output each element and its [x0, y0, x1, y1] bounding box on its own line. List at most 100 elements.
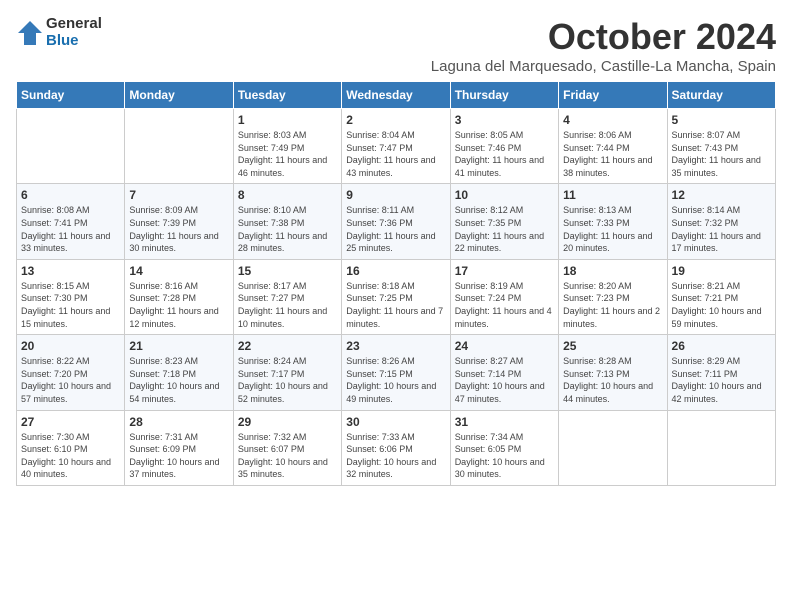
logo-general: General — [46, 16, 102, 33]
day-info: Sunrise: 8:05 AM Sunset: 7:46 PM Dayligh… — [455, 129, 554, 179]
day-info: Sunrise: 8:08 AM Sunset: 7:41 PM Dayligh… — [21, 204, 120, 254]
logo-svg — [16, 19, 44, 47]
calendar-cell — [559, 410, 667, 485]
calendar-cell: 4Sunrise: 8:06 AM Sunset: 7:44 PM Daylig… — [559, 109, 667, 184]
day-number: 14 — [129, 264, 228, 278]
day-number: 31 — [455, 415, 554, 429]
calendar-cell: 30Sunrise: 7:33 AM Sunset: 6:06 PM Dayli… — [342, 410, 450, 485]
calendar-cell: 3 Sunrise: 8:05 AM Sunset: 7:46 PM Daylig… — [450, 109, 558, 184]
header-wednesday: Wednesday — [342, 82, 450, 109]
calendar-cell: 8 Sunrise: 8:10 AM Sunset: 7:38 PM Daylig… — [233, 184, 341, 259]
day-number: 9 — [346, 188, 445, 202]
calendar-cell: 18Sunrise: 8:20 AM Sunset: 7:23 PM Dayli… — [559, 259, 667, 334]
calendar-cell: 23Sunrise: 8:26 AM Sunset: 7:15 PM Dayli… — [342, 335, 450, 410]
calendar-cell: 11Sunrise: 8:13 AM Sunset: 7:33 PM Dayli… — [559, 184, 667, 259]
day-info: Sunrise: 8:22 AM Sunset: 7:20 PM Dayligh… — [21, 355, 120, 405]
location-subtitle: Laguna del Marquesado, Castille-La Manch… — [431, 58, 776, 75]
logo: General Blue — [16, 16, 102, 49]
day-info: Sunrise: 8:11 AM Sunset: 7:36 PM Dayligh… — [346, 204, 445, 254]
day-number: 15 — [238, 264, 337, 278]
calendar-cell: 27 Sunrise: 7:30 AM Sunset: 6:10 PM Dayli… — [17, 410, 125, 485]
calendar-cell: 5 Sunrise: 8:07 AM Sunset: 7:43 PM Daylig… — [667, 109, 775, 184]
calendar-cell: 28 Sunrise: 7:31 AM Sunset: 6:09 PM Dayli… — [125, 410, 233, 485]
calendar-cell: 20 Sunrise: 8:22 AM Sunset: 7:20 PM Dayli… — [17, 335, 125, 410]
calendar-table: SundayMondayTuesdayWednesdayThursdayFrid… — [16, 81, 776, 486]
day-info: Sunrise: 8:21 AM Sunset: 7:21 PM Dayligh… — [672, 280, 771, 330]
day-info: Sunrise: 8:16 AM Sunset: 7:28 PM Dayligh… — [129, 280, 228, 330]
calendar-cell: 24Sunrise: 8:27 AM Sunset: 7:14 PM Dayli… — [450, 335, 558, 410]
day-info: Sunrise: 8:10 AM Sunset: 7:38 PM Dayligh… — [238, 204, 337, 254]
day-number: 12 — [672, 188, 771, 202]
header-thursday: Thursday — [450, 82, 558, 109]
calendar-cell: 16 Sunrise: 8:18 AM Sunset: 7:25 PM Dayli… — [342, 259, 450, 334]
calendar-cell: 22 Sunrise: 8:24 AM Sunset: 7:17 PM Dayli… — [233, 335, 341, 410]
day-info: Sunrise: 8:06 AM Sunset: 7:44 PM Dayligh… — [563, 129, 662, 179]
day-info: Sunrise: 8:17 AM Sunset: 7:27 PM Dayligh… — [238, 280, 337, 330]
day-number: 7 — [129, 188, 228, 202]
calendar-cell: 26 Sunrise: 8:29 AM Sunset: 7:11 PM Dayli… — [667, 335, 775, 410]
day-info: Sunrise: 7:30 AM Sunset: 6:10 PM Dayligh… — [21, 431, 120, 481]
calendar-cell: 21 Sunrise: 8:23 AM Sunset: 7:18 PM Dayli… — [125, 335, 233, 410]
day-number: 28 — [129, 415, 228, 429]
week-row-4: 20 Sunrise: 8:22 AM Sunset: 7:20 PM Dayli… — [17, 335, 776, 410]
day-number: 17 — [455, 264, 554, 278]
day-info: Sunrise: 8:18 AM Sunset: 7:25 PM Dayligh… — [346, 280, 445, 330]
day-number: 25 — [563, 339, 662, 353]
calendar-cell: 10 Sunrise: 8:12 AM Sunset: 7:35 PM Dayli… — [450, 184, 558, 259]
calendar-cell: 9 Sunrise: 8:11 AM Sunset: 7:36 PM Daylig… — [342, 184, 450, 259]
day-number: 3 — [455, 113, 554, 127]
calendar-cell: 15 Sunrise: 8:17 AM Sunset: 7:27 PM Dayli… — [233, 259, 341, 334]
day-info: Sunrise: 7:33 AM Sunset: 6:06 PM Dayligh… — [346, 431, 445, 481]
calendar-cell: 19Sunrise: 8:21 AM Sunset: 7:21 PM Dayli… — [667, 259, 775, 334]
day-number: 27 — [21, 415, 120, 429]
day-info: Sunrise: 8:24 AM Sunset: 7:17 PM Dayligh… — [238, 355, 337, 405]
day-number: 26 — [672, 339, 771, 353]
day-number: 5 — [672, 113, 771, 127]
day-info: Sunrise: 8:19 AM Sunset: 7:24 PM Dayligh… — [455, 280, 554, 330]
calendar-cell — [17, 109, 125, 184]
day-info: Sunrise: 8:04 AM Sunset: 7:47 PM Dayligh… — [346, 129, 445, 179]
day-number: 16 — [346, 264, 445, 278]
day-info: Sunrise: 7:32 AM Sunset: 6:07 PM Dayligh… — [238, 431, 337, 481]
day-number: 1 — [238, 113, 337, 127]
week-row-5: 27 Sunrise: 7:30 AM Sunset: 6:10 PM Dayli… — [17, 410, 776, 485]
day-info: Sunrise: 8:26 AM Sunset: 7:15 PM Dayligh… — [346, 355, 445, 405]
calendar-cell — [667, 410, 775, 485]
calendar-cell: 31 Sunrise: 7:34 AM Sunset: 6:05 PM Dayli… — [450, 410, 558, 485]
day-number: 8 — [238, 188, 337, 202]
day-number: 13 — [21, 264, 120, 278]
calendar-cell: 25Sunrise: 8:28 AM Sunset: 7:13 PM Dayli… — [559, 335, 667, 410]
calendar-cell: 2 Sunrise: 8:04 AM Sunset: 7:47 PM Daylig… — [342, 109, 450, 184]
day-number: 20 — [21, 339, 120, 353]
day-info: Sunrise: 7:31 AM Sunset: 6:09 PM Dayligh… — [129, 431, 228, 481]
day-number: 11 — [563, 188, 662, 202]
header-tuesday: Tuesday — [233, 82, 341, 109]
day-info: Sunrise: 8:27 AM Sunset: 7:14 PM Dayligh… — [455, 355, 554, 405]
calendar-cell: 17 Sunrise: 8:19 AM Sunset: 7:24 PM Dayli… — [450, 259, 558, 334]
header-friday: Friday — [559, 82, 667, 109]
week-row-2: 6 Sunrise: 8:08 AM Sunset: 7:41 PM Daylig… — [17, 184, 776, 259]
day-number: 29 — [238, 415, 337, 429]
title-area: October 2024 Laguna del Marquesado, Cast… — [431, 16, 776, 75]
day-number: 2 — [346, 113, 445, 127]
day-info: Sunrise: 8:07 AM Sunset: 7:43 PM Dayligh… — [672, 129, 771, 179]
calendar-cell: 14 Sunrise: 8:16 AM Sunset: 7:28 PM Dayli… — [125, 259, 233, 334]
calendar-header-row: SundayMondayTuesdayWednesdayThursdayFrid… — [17, 82, 776, 109]
header: General Blue October 2024 Laguna del Mar… — [16, 16, 776, 75]
day-info: Sunrise: 7:34 AM Sunset: 6:05 PM Dayligh… — [455, 431, 554, 481]
day-number: 6 — [21, 188, 120, 202]
calendar-cell: 1 Sunrise: 8:03 AM Sunset: 7:49 PM Daylig… — [233, 109, 341, 184]
day-info: Sunrise: 8:23 AM Sunset: 7:18 PM Dayligh… — [129, 355, 228, 405]
day-number: 10 — [455, 188, 554, 202]
week-row-3: 13Sunrise: 8:15 AM Sunset: 7:30 PM Dayli… — [17, 259, 776, 334]
day-number: 22 — [238, 339, 337, 353]
header-sunday: Sunday — [17, 82, 125, 109]
day-info: Sunrise: 8:29 AM Sunset: 7:11 PM Dayligh… — [672, 355, 771, 405]
day-info: Sunrise: 8:12 AM Sunset: 7:35 PM Dayligh… — [455, 204, 554, 254]
week-row-1: 1 Sunrise: 8:03 AM Sunset: 7:49 PM Daylig… — [17, 109, 776, 184]
calendar-cell: 7Sunrise: 8:09 AM Sunset: 7:39 PM Daylig… — [125, 184, 233, 259]
day-number: 18 — [563, 264, 662, 278]
calendar-cell: 6 Sunrise: 8:08 AM Sunset: 7:41 PM Daylig… — [17, 184, 125, 259]
day-number: 21 — [129, 339, 228, 353]
day-info: Sunrise: 8:03 AM Sunset: 7:49 PM Dayligh… — [238, 129, 337, 179]
